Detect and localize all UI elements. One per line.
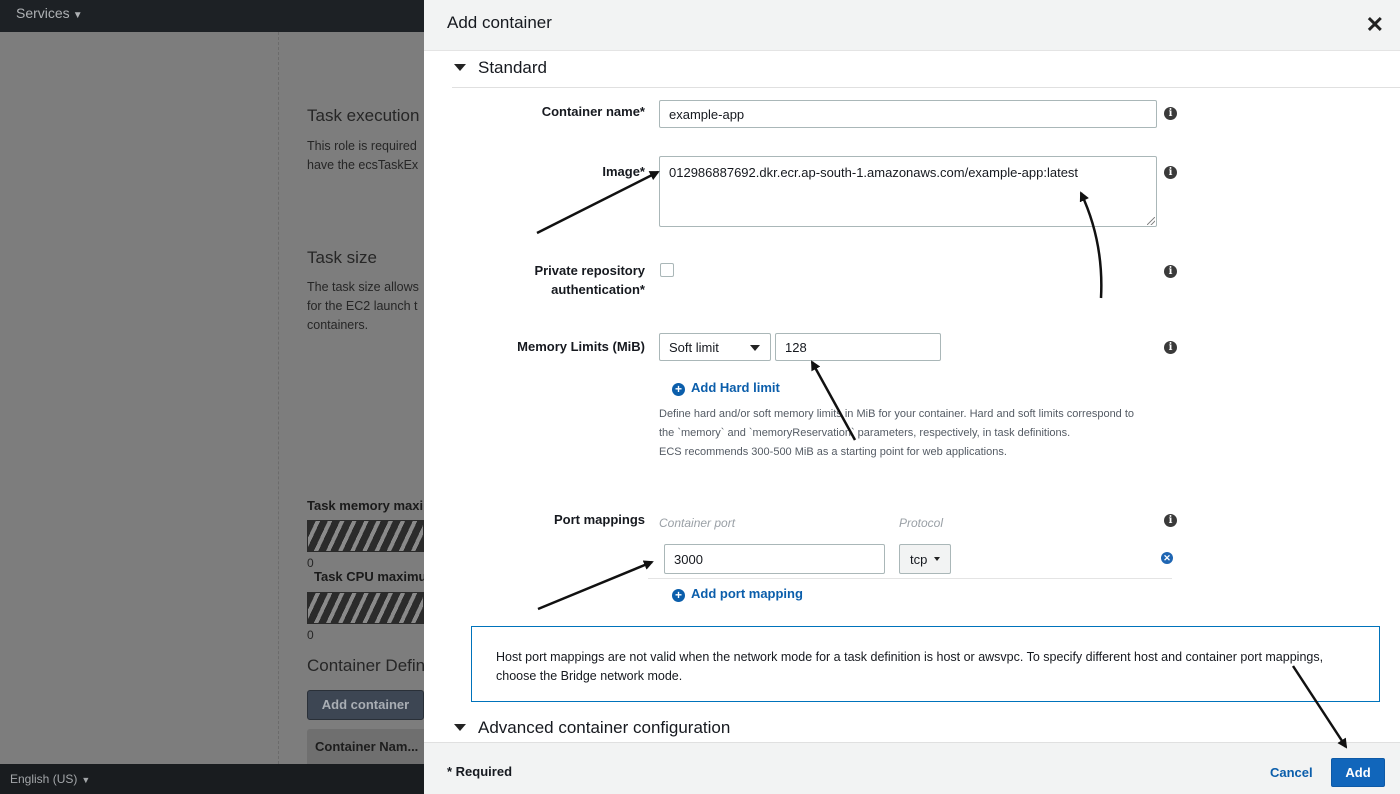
advanced-section-title: Advanced container configuration	[478, 718, 731, 737]
section-divider	[452, 87, 1400, 88]
task-execution-text-line1: This role is required	[307, 139, 417, 153]
container-name-column-header: Container Nam...	[307, 729, 424, 764]
container-definitions-heading: Container Defin	[307, 656, 424, 675]
remove-port-icon[interactable]: ✕	[1161, 552, 1173, 564]
memory-help-line1: Define hard and/or soft memory limits in…	[659, 408, 1135, 420]
private-repo-label-line2: authentication*	[551, 282, 645, 297]
task-size-text-line1: The task size allows	[307, 280, 419, 294]
plus-circle-icon: +	[672, 589, 685, 602]
resize-handle-icon[interactable]	[1147, 217, 1155, 225]
modal-header: Add container ✕	[424, 0, 1400, 51]
cancel-button[interactable]: Cancel	[1270, 765, 1313, 780]
memory-help-line3: ECS recommends 300-500 MiB as a starting…	[659, 446, 1007, 458]
private-repo-checkbox[interactable]	[660, 263, 674, 277]
protocol-column-header: Protocol	[899, 516, 944, 530]
alert-text: Host port mappings are not valid when th…	[496, 650, 1324, 683]
memory-help-text: Define hard and/or soft memory limits in…	[659, 405, 1134, 462]
info-icon[interactable]: i	[1164, 265, 1177, 278]
task-memory-value: 0	[307, 556, 314, 570]
console-footer: English (US) ▼	[0, 764, 424, 794]
image-textarea[interactable]: 012986887692.dkr.ecr.ap-south-1.amazonaw…	[659, 156, 1157, 227]
modal-footer: * Required Cancel Add	[424, 742, 1400, 794]
memory-limit-type-select[interactable]: Soft limit	[659, 333, 771, 361]
task-size-heading: Task size	[307, 248, 377, 267]
standard-section-toggle[interactable]: Standard	[454, 58, 547, 78]
top-navigation-bar: Services ▼	[0, 0, 424, 32]
container-port-input[interactable]	[664, 544, 885, 574]
memory-limit-type-value: Soft limit	[669, 340, 719, 355]
task-execution-text-line2: have the ecsTaskEx	[307, 158, 419, 172]
caret-down-icon: ▼	[72, 10, 83, 21]
task-size-text-line3: containers.	[307, 318, 369, 332]
info-icon[interactable]: i	[1164, 107, 1177, 120]
task-execution-heading: Task execution	[307, 106, 420, 125]
services-label: Services	[16, 5, 70, 21]
background-page: Task execution This role is required hav…	[0, 32, 424, 764]
task-cpu-value: 0	[307, 628, 314, 642]
port-row-divider	[648, 578, 1172, 579]
services-menu[interactable]: Services ▼	[16, 5, 83, 21]
port-mappings-label: Port mappings	[553, 512, 645, 527]
caret-down-icon	[750, 345, 760, 351]
triangle-down-icon	[454, 64, 466, 71]
info-icon[interactable]: i	[1164, 341, 1177, 354]
task-size-text-line2: for the EC2 launch t	[307, 299, 418, 313]
caret-down-icon: ▼	[81, 775, 91, 785]
private-repo-label-line1: Private repository	[534, 263, 645, 278]
info-icon[interactable]: i	[1164, 166, 1177, 179]
container-name-label: Container name*	[541, 104, 645, 119]
add-container-button[interactable]: Add container	[307, 690, 424, 720]
memory-limits-label: Memory Limits (MiB)	[517, 339, 645, 354]
add-hard-limit-link[interactable]: + Add Hard limit	[672, 380, 780, 396]
standard-section-title: Standard	[478, 58, 547, 77]
divider	[278, 32, 279, 764]
plus-circle-icon: +	[672, 383, 685, 396]
info-icon[interactable]: i	[1164, 514, 1177, 527]
network-mode-alert: Host port mappings are not valid when th…	[471, 626, 1380, 702]
language-label: English (US)	[10, 772, 78, 786]
required-note: * Required	[447, 764, 513, 779]
triangle-down-icon	[454, 724, 466, 731]
advanced-section-toggle[interactable]: Advanced container configuration	[454, 718, 730, 738]
memory-limit-input[interactable]	[775, 333, 941, 361]
add-port-mapping-link[interactable]: + Add port mapping	[672, 586, 803, 602]
memory-help-line2: the `memory` and `memoryReservation` par…	[659, 427, 1071, 439]
container-name-input[interactable]	[659, 100, 1157, 128]
caret-down-icon	[934, 557, 940, 561]
task-cpu-label: Task CPU maximu	[314, 569, 424, 584]
task-memory-bar	[307, 520, 424, 552]
container-port-column-header: Container port	[659, 516, 736, 530]
add-container-modal: Add container ✕ Standard Container name*…	[424, 0, 1400, 794]
protocol-value: tcp	[910, 552, 928, 567]
image-label: Image*	[602, 164, 645, 179]
modal-title: Add container	[447, 13, 552, 32]
language-selector[interactable]: English (US) ▼	[10, 772, 90, 786]
task-cpu-bar	[307, 592, 424, 624]
close-icon[interactable]: ✕	[1366, 12, 1384, 38]
add-button[interactable]: Add	[1331, 758, 1385, 787]
add-hard-limit-label: Add Hard limit	[691, 380, 780, 395]
task-memory-label: Task memory maxi	[307, 498, 424, 513]
protocol-select[interactable]: tcp	[899, 544, 951, 574]
add-port-mapping-label: Add port mapping	[691, 586, 803, 601]
